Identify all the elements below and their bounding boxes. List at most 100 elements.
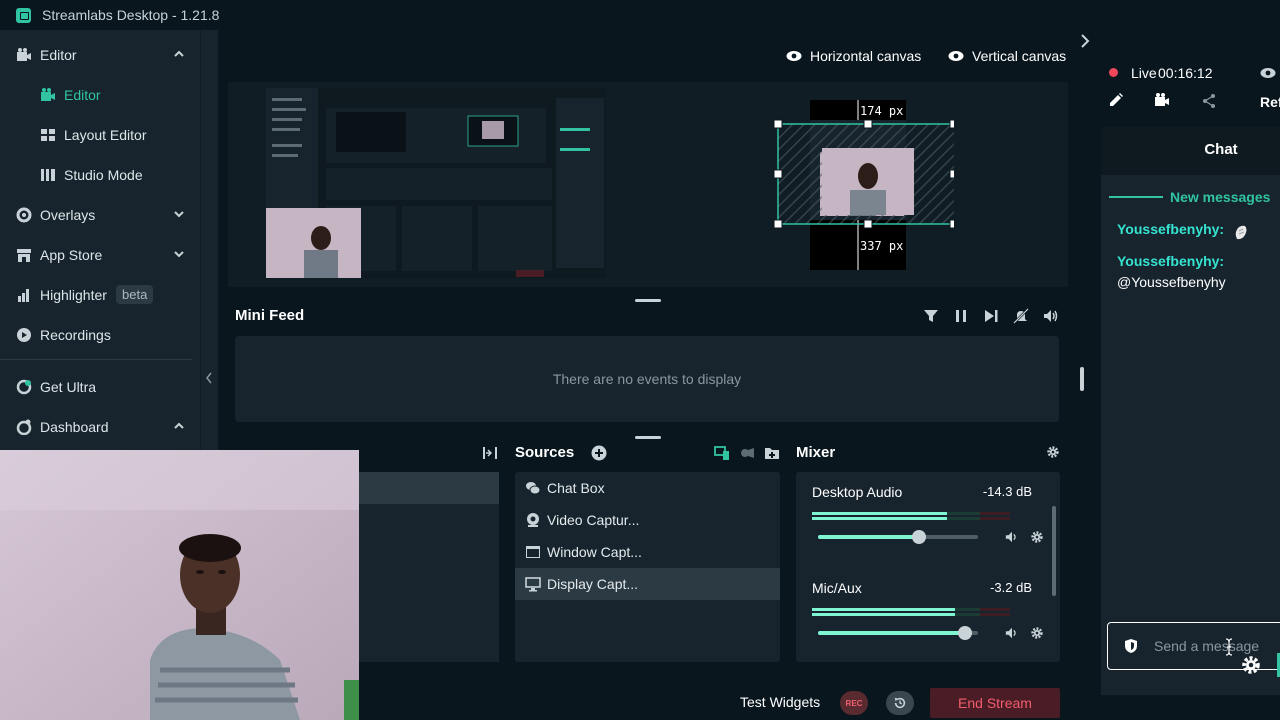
meter-fill [812, 608, 955, 611]
live-timer: 00:16:12 [1158, 65, 1213, 81]
mixer-settings-gear-icon[interactable] [1046, 445, 1060, 459]
source-item-window-capture[interactable]: Window Capt... [515, 536, 780, 568]
sources-list: Chat Box Video Captur... Window Capt... … [515, 472, 780, 662]
channel-settings-gear-icon[interactable] [1030, 626, 1044, 640]
filter-icon[interactable] [923, 308, 939, 324]
refresh-chat-label[interactable]: Ref [1260, 94, 1280, 110]
sidebar-item-editor-sub[interactable]: Editor [0, 75, 192, 115]
sidebar-item-label: App Store [40, 247, 103, 263]
sidebar-item-label: Editor [40, 47, 77, 63]
webcam-icon [525, 512, 541, 528]
volume-icon[interactable] [1043, 308, 1059, 324]
skip-icon[interactable] [983, 308, 999, 324]
horizontal-canvas-preview[interactable] [266, 88, 606, 278]
mixer-channel-name: Mic/Aux [812, 580, 862, 596]
new-messages-label: New messages [1170, 189, 1271, 205]
speaker-icon[interactable] [1005, 530, 1019, 544]
meter-fill [812, 613, 955, 616]
camera-icon[interactable] [1154, 92, 1170, 108]
slider-knob[interactable] [912, 530, 926, 544]
editor-sub-icon [40, 87, 56, 103]
eye-icon [948, 50, 964, 62]
replay-buffer-button[interactable] [886, 691, 914, 715]
record-button[interactable]: REC [840, 691, 868, 715]
sidebar-item-overlays[interactable]: Overlays [0, 195, 192, 235]
chat-message-input[interactable] [1154, 636, 1280, 656]
chat-username[interactable]: Youssefbenyhy: [1117, 221, 1224, 237]
sources-title: Sources [515, 444, 575, 461]
sidebar-item-app-store[interactable]: App Store [0, 235, 192, 275]
collapse-dock-icon[interactable] [482, 445, 498, 461]
slider-fill [818, 535, 919, 539]
source-item-display-capture[interactable]: Display Capt... [515, 568, 780, 600]
sidebar-item-get-ultra[interactable]: Get Ultra [0, 367, 192, 407]
sidebar-item-label: Dashboard [40, 419, 109, 435]
edit-pencil-icon[interactable] [1108, 92, 1124, 108]
dual-output-icon[interactable] [714, 445, 730, 461]
studio-icon [40, 167, 56, 183]
slider-knob[interactable] [958, 626, 972, 640]
source-item-video-capture[interactable]: Video Captur... [515, 504, 780, 536]
sidebar-item-recordings[interactable]: Recordings [0, 315, 192, 355]
sidebar-item-highlighter[interactable]: Highlighter beta [0, 275, 192, 315]
source-settings-icon[interactable] [739, 445, 755, 461]
selection-box[interactable] [764, 118, 954, 230]
viewers-eye-icon[interactable] [1260, 67, 1276, 79]
main-scrollbar[interactable] [1080, 367, 1084, 391]
scenes-list [358, 504, 499, 662]
mute-notifications-icon[interactable] [1013, 308, 1029, 324]
docks-resize-handle[interactable] [635, 436, 661, 439]
vertical-canvas-toggle[interactable]: Vertical canvas [948, 48, 1066, 64]
live-label: Live [1131, 65, 1157, 81]
canvas-preview[interactable]: 174 px 337 px [228, 82, 1068, 287]
monitor-icon [525, 576, 541, 592]
chat-message-text: @Youssefbenyhy [1117, 274, 1226, 290]
highlighter-icon [16, 287, 32, 303]
channel-settings-gear-icon[interactable] [1030, 530, 1044, 544]
sidebar-item-label: Get Ultra [40, 379, 97, 395]
pause-icon[interactable] [953, 308, 969, 324]
mixer-channel-db: -14.3 dB [982, 484, 1032, 499]
store-icon [16, 247, 32, 263]
app-title: Streamlabs Desktop - 1.21.8 [42, 7, 220, 23]
add-source-icon[interactable] [591, 445, 607, 461]
sidebar-item-layout-editor[interactable]: Layout Editor [0, 115, 192, 155]
test-widgets-button[interactable]: Test Widgets [740, 694, 820, 710]
sidebar-item-dashboard[interactable]: Dashboard [0, 407, 192, 447]
mixer-channel-db: -3.2 dB [990, 580, 1032, 595]
chevron-down-icon [174, 210, 184, 218]
mixer-panel: Desktop Audio -14.3 dB Mic/Aux -3.2 dB [796, 472, 1060, 662]
add-folder-icon[interactable] [764, 445, 780, 461]
app-logo-icon [16, 8, 31, 23]
scene-item-selected[interactable] [358, 472, 499, 504]
source-item-chat-box[interactable]: Chat Box [515, 472, 780, 504]
live-dock: Live 00:16:12 Ref Chat New messages Yous… [1081, 30, 1280, 720]
sidebar-item-label: Recordings [40, 327, 111, 343]
chat-header: Chat [1101, 127, 1280, 175]
sidebar-item-label: Highlighter [40, 287, 107, 303]
end-stream-button[interactable]: End Stream [930, 688, 1060, 718]
sidebar-item-editor[interactable]: Editor [0, 35, 192, 75]
chevron-right-icon[interactable] [1080, 34, 1090, 48]
chat-username[interactable]: Youssefbenyhy: [1117, 253, 1224, 269]
volume-slider[interactable] [818, 626, 978, 640]
source-label: Chat Box [547, 480, 605, 496]
chat-settings-gear-icon[interactable] [1241, 655, 1261, 675]
mixer-title: Mixer [796, 444, 836, 461]
dashboard-icon [16, 419, 32, 435]
emote-icon [1233, 223, 1249, 241]
new-messages-divider [1109, 196, 1163, 198]
meter-fill [812, 512, 947, 515]
volume-slider[interactable] [818, 530, 978, 544]
horizontal-canvas-toggle[interactable]: Horizontal canvas [786, 48, 921, 64]
ultra-icon [16, 379, 32, 395]
sidebar-item-studio-mode[interactable]: Studio Mode [0, 155, 192, 195]
title-bar: Streamlabs Desktop - 1.21.8 [0, 0, 1280, 30]
share-icon[interactable] [1201, 93, 1217, 109]
chat-icon [525, 480, 541, 496]
mixer-scrollbar[interactable] [1052, 506, 1056, 596]
shield-icon[interactable] [1124, 638, 1138, 654]
audio-meter [812, 608, 1010, 616]
chevron-down-icon [174, 250, 184, 258]
speaker-icon[interactable] [1005, 626, 1019, 640]
